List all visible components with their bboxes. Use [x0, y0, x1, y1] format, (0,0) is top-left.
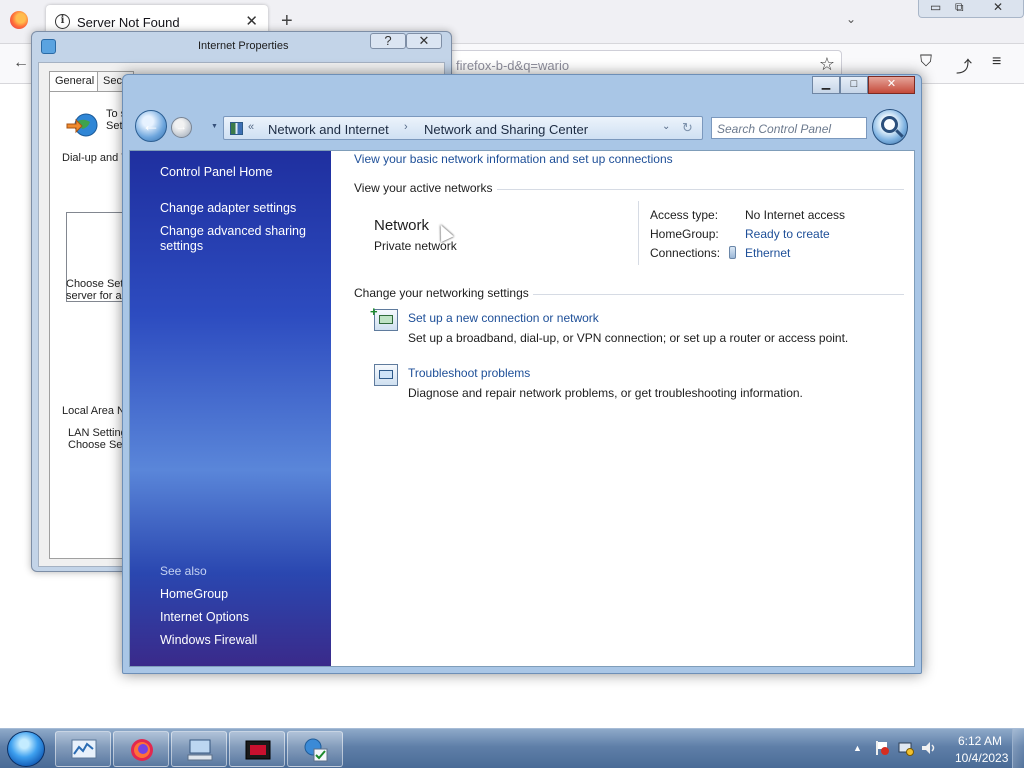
search-placeholder: Search Control Panel: [717, 122, 832, 136]
show-hidden-icons-button[interactable]: ▲: [853, 743, 862, 753]
network-type[interactable]: Private network: [374, 239, 457, 253]
clock-time[interactable]: 6:12 AM: [958, 734, 1002, 748]
refresh-icon[interactable]: ↻: [682, 120, 693, 136]
taskbar: ▲ 6:12 AM 10/4/2023: [0, 728, 1024, 768]
breadcrumb-network-and-internet[interactable]: Network and Internet: [268, 122, 389, 137]
troubleshoot-icon: [374, 364, 398, 386]
new-tab-button[interactable]: +: [281, 10, 293, 32]
show-desktop-button[interactable]: [1012, 729, 1024, 768]
setup-new-connection-desc: Set up a broadband, dial-up, or VPN conn…: [408, 331, 849, 345]
section-divider: [497, 189, 904, 190]
vertical-divider: [638, 201, 639, 265]
network-computer-icon: [187, 739, 213, 761]
network-status-icon[interactable]: [898, 740, 914, 756]
internet-options-icon: [41, 39, 56, 54]
new-connection-icon: +: [370, 304, 398, 331]
forward-arrow-icon[interactable]: →: [171, 117, 192, 138]
recent-pages-button[interactable]: ▼: [211, 123, 218, 130]
action-center-flag-icon[interactable]: [874, 740, 890, 756]
start-button[interactable]: [7, 731, 45, 767]
volume-icon[interactable]: [921, 740, 937, 756]
change-adapter-settings-link[interactable]: Change adapter settings: [160, 201, 320, 216]
taskbar-control-panel[interactable]: [287, 731, 343, 767]
breadcrumb-network-sharing-center[interactable]: Network and Sharing Center: [424, 122, 588, 137]
connections-label: Connections:: [650, 246, 721, 260]
taskbar-resource-monitor[interactable]: [55, 731, 111, 767]
basic-network-info-link[interactable]: View your basic network information and …: [354, 152, 673, 166]
maximize-button[interactable]: □: [840, 76, 868, 94]
main-panel: View your basic network information and …: [331, 151, 914, 666]
address-bar[interactable]: « Network and Internet › Network and Sha…: [223, 116, 703, 140]
minimize-button[interactable]: ▁: [812, 76, 840, 94]
ethernet-link[interactable]: Ethernet: [745, 246, 790, 260]
homegroup-link[interactable]: HomeGroup: [160, 587, 320, 602]
extensions-icon[interactable]: ⤴: [956, 53, 972, 77]
change-settings-header: Change your networking settings: [354, 286, 529, 300]
menu-icon[interactable]: ≡: [992, 53, 1001, 71]
search-control-panel-input[interactable]: Search Control Panel: [711, 117, 867, 139]
change-advanced-sharing-link[interactable]: Change advanced sharing settings: [160, 224, 310, 254]
setup-new-connection-link[interactable]: Set up a new connection or network: [408, 311, 599, 325]
info-icon: i: [55, 14, 70, 29]
troubleshoot-problems-desc: Diagnose and repair network problems, or…: [408, 386, 803, 400]
control-panel-icon: [230, 122, 243, 135]
tab-title: Server Not Found: [77, 15, 180, 30]
control-panel-icon: [304, 738, 328, 762]
close-window-button[interactable]: ✕: [868, 76, 915, 94]
taskbar-media-app[interactable]: [229, 731, 285, 767]
list-tabs-button[interactable]: ⌄: [846, 12, 856, 26]
network-sharing-center-window: ▁ □ ✕ ← → ▼ « Network and Internet › Net…: [122, 74, 922, 674]
homegroup-label: HomeGroup:: [650, 227, 719, 241]
dialup-header: Dial-up and V: [62, 152, 129, 164]
task-sidebar: Control Panel Home Change adapter settin…: [130, 151, 331, 666]
ethernet-icon: [729, 246, 736, 259]
back-button[interactable]: ←: [13, 54, 29, 72]
globe-network-icon: [66, 113, 98, 137]
breadcrumb-overflow[interactable]: «: [248, 121, 254, 133]
firefox-window-controls: ▭ ⧉ ✕: [918, 0, 1024, 18]
search-icon[interactable]: [872, 109, 908, 145]
choose-settings-text-1: Choose Set: [66, 278, 124, 290]
clock-date[interactable]: 10/4/2023: [955, 751, 1008, 765]
media-app-icon: [245, 740, 271, 760]
troubleshoot-problems-link[interactable]: Troubleshoot problems: [408, 366, 530, 380]
url-text: firefox-b-d&q=wario: [456, 58, 570, 73]
address-dropdown-icon[interactable]: ⌄: [662, 121, 670, 132]
taskbar-firefox[interactable]: [113, 731, 169, 767]
choose-settings-text-2: server for a: [66, 290, 122, 302]
network-name[interactable]: Network: [374, 217, 429, 234]
close-window-button[interactable]: ✕: [993, 0, 1003, 14]
bookmark-star-icon[interactable]: ☆: [819, 54, 835, 75]
setup-text-2: Set: [106, 120, 123, 132]
lan-settings-text-2: Choose Set: [68, 439, 126, 451]
maximize-button[interactable]: ⧉: [955, 0, 964, 15]
active-networks-header: View your active networks: [354, 181, 493, 195]
tab-close-button[interactable]: ✕: [245, 12, 258, 30]
homegroup-ready-link[interactable]: Ready to create: [745, 227, 830, 241]
content-area: Control Panel Home Change adapter settin…: [129, 150, 915, 667]
internet-options-link[interactable]: Internet Options: [160, 610, 320, 625]
see-also-label: See also: [160, 564, 207, 578]
lan-header: Local Area N: [62, 405, 125, 417]
minimize-button[interactable]: ▭: [930, 0, 941, 14]
dialog-close-button[interactable]: ✕: [406, 33, 442, 49]
tab-general[interactable]: General: [49, 71, 101, 91]
back-arrow-icon[interactable]: ←: [135, 110, 167, 142]
taskbar-network-computer[interactable]: [171, 731, 227, 767]
control-panel-home-link[interactable]: Control Panel Home: [160, 165, 320, 180]
access-type-value: No Internet access: [745, 208, 846, 222]
resource-monitor-icon: [71, 739, 97, 759]
pocket-icon[interactable]: ⛉: [920, 53, 932, 71]
section-divider: [533, 294, 904, 295]
firefox-icon: [131, 739, 153, 761]
firefox-logo-icon: [10, 11, 28, 29]
breadcrumb-separator[interactable]: ›: [404, 121, 408, 133]
lan-settings-text-1: LAN Setting: [68, 427, 127, 439]
access-type-label: Access type:: [650, 208, 719, 222]
dialog-title: Internet Properties: [198, 40, 289, 52]
windows-firewall-link[interactable]: Windows Firewall: [160, 633, 320, 648]
window-caption-buttons: ▁ □ ✕: [812, 76, 917, 94]
help-button[interactable]: ?: [370, 33, 406, 49]
